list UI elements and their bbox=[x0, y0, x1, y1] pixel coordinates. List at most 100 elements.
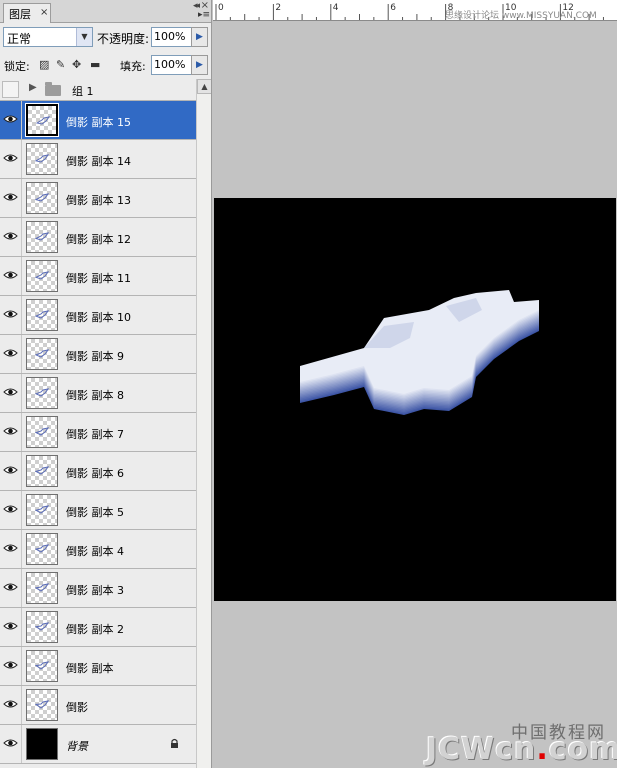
layer-row[interactable]: 倒影 bbox=[0, 686, 196, 725]
layer-thumbnail bbox=[26, 299, 58, 331]
opacity-input[interactable]: 100% bbox=[151, 27, 195, 47]
layer-thumbnail bbox=[26, 416, 58, 448]
visibility-toggle[interactable] bbox=[0, 257, 22, 295]
layer-row[interactable]: 倒影 副本 15 bbox=[0, 101, 196, 140]
visibility-toggle[interactable] bbox=[0, 569, 22, 607]
layer-thumbnail bbox=[26, 260, 58, 292]
layer-thumbnail bbox=[26, 494, 58, 526]
visibility-toggle[interactable] bbox=[0, 218, 22, 256]
opacity-slider-arrow-icon[interactable]: ▶ bbox=[191, 27, 208, 47]
thumbnail-artwork bbox=[35, 466, 49, 475]
eye-icon bbox=[3, 505, 18, 513]
lock-transparent-pixels-icon[interactable]: ▨ bbox=[39, 58, 49, 71]
layer-row[interactable]: 倒影 副本 3 bbox=[0, 569, 196, 608]
tab-close-icon[interactable]: × bbox=[40, 7, 48, 18]
layer-thumbnail bbox=[25, 103, 59, 137]
expand-triangle-icon[interactable]: ▶ bbox=[29, 82, 37, 93]
panel-menu-icon[interactable]: ▸≡ bbox=[198, 10, 210, 20]
chevron-down-icon[interactable]: ▼ bbox=[76, 28, 92, 46]
layer-name: 倒影 副本 6 bbox=[66, 467, 124, 480]
document-canvas[interactable] bbox=[214, 198, 616, 601]
eye-icon bbox=[3, 271, 18, 279]
lock-all-icon[interactable]: ▬ bbox=[90, 58, 100, 71]
eye-icon bbox=[3, 154, 18, 162]
layer-thumbnail bbox=[26, 650, 58, 682]
layer-row[interactable]: 倒影 副本 14 bbox=[0, 140, 196, 179]
thumbnail-artwork bbox=[35, 427, 49, 436]
layer-row[interactable]: 倒影 副本 11 bbox=[0, 257, 196, 296]
layer-row[interactable]: 倒影 副本 10 bbox=[0, 296, 196, 335]
layer-name: 倒影 副本 9 bbox=[66, 350, 124, 363]
blend-mode-select[interactable]: 正常 ▼ bbox=[3, 27, 93, 47]
visibility-toggle[interactable] bbox=[0, 608, 22, 646]
layer-row[interactable]: 倒影 副本 8 bbox=[0, 374, 196, 413]
eye-icon bbox=[3, 388, 18, 396]
visibility-toggle[interactable] bbox=[0, 101, 22, 139]
layer-row[interactable]: 倒影 副本 13 bbox=[0, 179, 196, 218]
visibility-toggle[interactable] bbox=[0, 491, 22, 529]
tab-label: 图层 bbox=[9, 8, 31, 21]
group-row[interactable]: ▶ 组 1 bbox=[0, 79, 196, 101]
visibility-toggle[interactable] bbox=[0, 140, 22, 178]
folder-icon bbox=[45, 82, 61, 96]
thumbnail-artwork bbox=[35, 232, 49, 241]
layer-row[interactable]: 倒影 副本 5 bbox=[0, 491, 196, 530]
layer-name: 倒影 副本 5 bbox=[66, 506, 124, 519]
thumbnail-artwork bbox=[35, 349, 49, 358]
visibility-toggle[interactable] bbox=[0, 725, 22, 763]
layer-row[interactable]: 倒影 副本 2 bbox=[0, 608, 196, 647]
visibility-toggle[interactable] bbox=[0, 179, 22, 217]
layer-thumbnail bbox=[26, 221, 58, 253]
lock-icon bbox=[171, 738, 178, 748]
layer-thumbnail bbox=[26, 689, 58, 721]
layers-list: ▶ 组 1 倒影 副本 15 倒影 副本 14 倒影 副本 13 倒影 副本 12 倒影… bbox=[0, 79, 196, 768]
visibility-toggle[interactable] bbox=[0, 530, 22, 568]
layers-scrollbar[interactable]: ▲ bbox=[196, 79, 211, 768]
visibility-toggle[interactable] bbox=[0, 452, 22, 490]
logo-domain-text: JCWcn.com bbox=[426, 732, 617, 767]
visibility-toggle[interactable] bbox=[0, 374, 22, 412]
layer-name: 背景 bbox=[66, 740, 88, 753]
visibility-toggle[interactable] bbox=[0, 686, 22, 724]
ruler-label: 0 bbox=[218, 3, 224, 13]
lock-image-pixels-icon[interactable]: ✎ bbox=[56, 58, 65, 71]
thumbnail-artwork bbox=[35, 622, 49, 631]
visibility-toggle[interactable] bbox=[0, 413, 22, 451]
blend-mode-value: 正常 bbox=[7, 32, 32, 46]
layer-row[interactable]: 倒影 副本 4 bbox=[0, 530, 196, 569]
layer-row[interactable]: 倒影 副本 9 bbox=[0, 335, 196, 374]
opacity-label: 不透明度: bbox=[97, 32, 150, 46]
layer-name: 倒影 副本 7 bbox=[66, 428, 124, 441]
eye-icon bbox=[3, 115, 18, 123]
lock-position-icon[interactable]: ✥ bbox=[72, 58, 81, 71]
eye-icon bbox=[3, 466, 18, 474]
thumbnail-artwork bbox=[35, 154, 49, 163]
scroll-up-icon[interactable]: ▲ bbox=[197, 79, 211, 94]
layer-name: 倒影 副本 4 bbox=[66, 545, 124, 558]
layer-name: 倒影 bbox=[66, 701, 88, 714]
ruler-label: 2 bbox=[275, 3, 282, 13]
logo-suffix: com bbox=[548, 732, 617, 767]
tab-layers[interactable]: 图层 × bbox=[3, 3, 51, 23]
thumbnail-artwork bbox=[35, 583, 49, 592]
layer-row[interactable]: 背景 bbox=[0, 725, 196, 764]
layer-row[interactable]: 倒影 副本 6 bbox=[0, 452, 196, 491]
thumbnail-artwork bbox=[36, 116, 50, 125]
eye-icon bbox=[3, 427, 18, 435]
extrusion-layers bbox=[300, 290, 539, 415]
layer-row[interactable]: 倒影 副本 12 bbox=[0, 218, 196, 257]
visibility-toggle[interactable] bbox=[0, 335, 22, 373]
horizontal-ruler: 02468101214 思缘设计论坛 www.MISSYUAN.COM bbox=[213, 0, 617, 21]
visibility-toggle[interactable] bbox=[0, 296, 22, 334]
ruler-label: 6 bbox=[390, 3, 396, 13]
layer-thumbnail bbox=[26, 377, 58, 409]
thumbnail-artwork bbox=[35, 700, 49, 709]
layer-row[interactable]: 倒影 副本 bbox=[0, 647, 196, 686]
layer-row[interactable]: 倒影 副本 7 bbox=[0, 413, 196, 452]
fill-input[interactable]: 100% bbox=[151, 55, 195, 75]
layer-name: 倒影 副本 15 bbox=[66, 116, 131, 129]
visibility-toggle-empty[interactable] bbox=[2, 81, 19, 98]
fill-slider-arrow-icon[interactable]: ▶ bbox=[191, 55, 208, 75]
ruler-label: 4 bbox=[332, 3, 339, 13]
visibility-toggle[interactable] bbox=[0, 647, 22, 685]
